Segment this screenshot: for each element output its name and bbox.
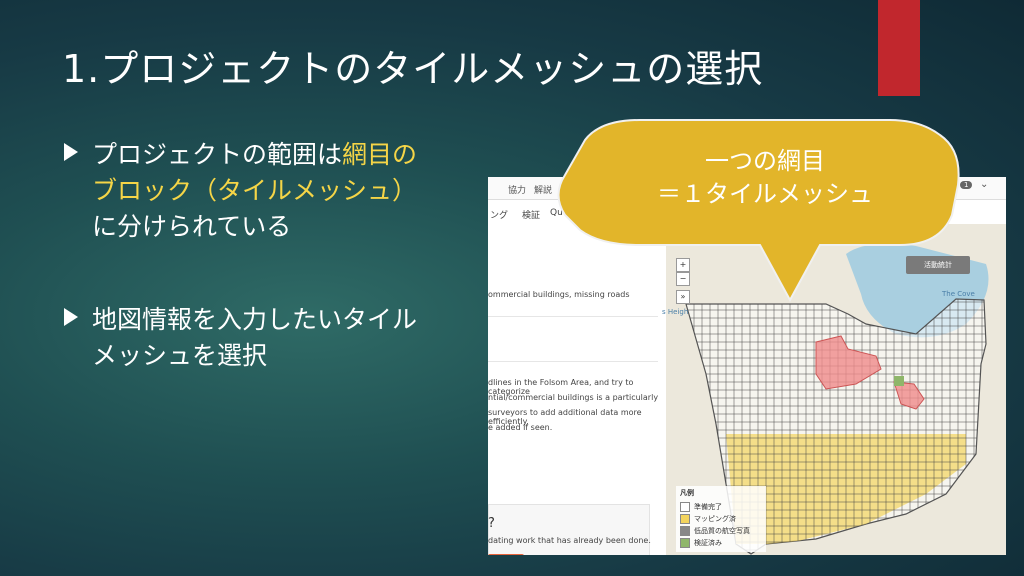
legend-item: マッピング済	[680, 514, 736, 524]
chevron-down-icon[interactable]: ⌄	[980, 179, 988, 190]
tab-mapping[interactable]: ング	[490, 208, 508, 221]
divider	[488, 316, 658, 317]
bullet-text-part: メッシュを選択	[92, 341, 268, 370]
slide-title: 1.プロジェクトのタイルメッシュの選択	[62, 47, 764, 91]
bullet-text-part: 地図情報を入力したいタイル	[92, 305, 418, 334]
legend-swatch	[680, 502, 690, 512]
bullet-arrow-icon	[64, 143, 78, 161]
legend-label: マッピング済	[694, 515, 736, 523]
callout-line-2: ＝１タイルメッシュ	[657, 180, 873, 208]
validate-card	[488, 504, 650, 555]
description-line: e added if seen.	[488, 423, 553, 432]
bullet-text-part: プロジェクトの範囲は	[92, 140, 343, 169]
bullet-line: 地図情報を入力したいタイル	[92, 302, 484, 338]
bullet-arrow-icon	[64, 308, 78, 326]
legend-title: 凡例	[680, 489, 694, 497]
map-view[interactable]: + − » 活動統計 s Heigh The Cove 凡例 準備完了マッピング…	[662, 224, 1006, 555]
bullet-text: プロジェクトの範囲は網目のブロック（タイルメッシュ） に分けられている	[92, 137, 484, 245]
legend-label: 低品質の航空写真	[694, 527, 750, 535]
bullet-line: プロジェクトの範囲は網目の	[92, 137, 484, 173]
highlighted-text: ブロック（タイルメッシュ）	[92, 176, 418, 205]
validate-button[interactable]: 検証	[488, 554, 524, 555]
validated-tile	[894, 376, 904, 386]
bullet-line: メッシュを選択	[92, 338, 484, 374]
card-text: dating work that has already been done.	[488, 536, 651, 545]
legend-item: 検証済み	[680, 538, 722, 548]
map-legend: 凡例 準備完了マッピング済低品質の航空写真 検証済み	[676, 486, 766, 552]
legend-swatch	[680, 514, 690, 524]
bullet-item-select-tile: 地図情報を入力したいタイル メッシュを選択	[64, 302, 484, 374]
legend-item: 低品質の航空写真	[680, 526, 750, 536]
place-label: The Cove	[942, 290, 975, 298]
red-accent-bar	[878, 0, 920, 96]
zoom-out-button[interactable]: −	[676, 272, 690, 286]
bullet-line: ブロック（タイルメッシュ）	[92, 173, 484, 209]
legend-label: 準備完了	[694, 503, 722, 511]
bullet-text-part: に分けられている	[92, 212, 292, 241]
task-instructions-panel: ommercial buildings, missing roads dline…	[488, 224, 666, 555]
layers-toggle-button[interactable]: »	[676, 290, 690, 304]
description-line: ntial/commercial buildings is a particul…	[488, 393, 659, 402]
legend-swatch	[680, 538, 690, 548]
bullet-text: 地図情報を入力したいタイル メッシュを選択	[92, 302, 484, 374]
bullet-line: に分けられている	[92, 209, 484, 245]
divider	[488, 361, 658, 362]
legend-swatch	[680, 526, 690, 536]
tasking-manager-screenshot: 協力 解説 1 ⌄ ング 検証 Question ommercial build…	[488, 177, 1006, 555]
legend-item: 準備完了	[680, 502, 722, 512]
zoom-in-button[interactable]: +	[676, 258, 690, 272]
nav-item-learn[interactable]: 解説	[534, 183, 552, 196]
instruction-text: ommercial buildings, missing roads	[488, 290, 630, 299]
tab-validate[interactable]: 検証	[522, 208, 540, 221]
place-label: s Heigh	[662, 308, 689, 316]
callout-text: 一つの網目 ＝１タイルメッシュ	[560, 145, 970, 211]
activity-stats-button[interactable]: 活動統計	[906, 256, 970, 274]
card-heading: ?	[488, 516, 495, 531]
bullet-item-project-area: プロジェクトの範囲は網目のブロック（タイルメッシュ） に分けられている	[64, 137, 484, 245]
legend-label: 検証済み	[694, 539, 722, 547]
nav-item-contribute[interactable]: 協力	[508, 183, 526, 196]
callout-line-1: 一つの網目	[705, 147, 825, 175]
highlighted-text: 網目の	[342, 140, 418, 169]
